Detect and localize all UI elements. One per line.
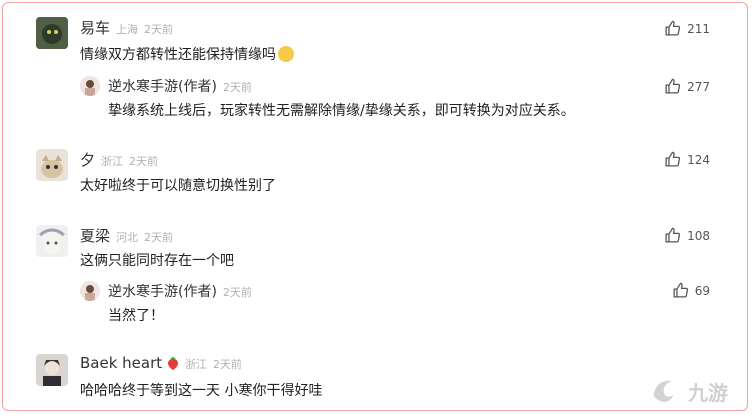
like-button[interactable]: 69 (672, 282, 710, 299)
avatar[interactable] (36, 354, 68, 386)
avatar[interactable] (80, 281, 100, 301)
thumbs-up-icon (665, 227, 681, 243)
reply-text: 当然了！ (108, 308, 164, 324)
thumbs-up-icon (665, 20, 681, 36)
avatar[interactable] (36, 225, 68, 257)
reply-text: 挚缘系统上线后，玩家转性无需解除情缘/挚缘关系，即可转换为对应关系。 (108, 103, 575, 119)
reply-meta: 逆水寒手游(作者) 2天前 (108, 281, 252, 301)
username[interactable]: 夕 (80, 151, 95, 169)
location: 河北 (116, 231, 139, 244)
comment-meta: Baek heart 浙江 2天前 (80, 354, 242, 372)
comment-meta: 易车 上海 2天前 (80, 17, 173, 38)
watermark-logo: 九游 (648, 371, 748, 411)
like-button[interactable]: 124 (664, 151, 710, 168)
like-count: 69 (694, 283, 710, 298)
thumbs-up-icon (673, 282, 688, 298)
comment-text: 这俩只能同时存在一个吧 (80, 253, 234, 269)
timestamp: 2天前 (144, 231, 174, 244)
like-button[interactable]: 108 (664, 227, 710, 244)
logo-icon (653, 380, 674, 403)
avatar[interactable] (36, 17, 68, 49)
timestamp: 2天前 (212, 358, 242, 371)
like-count: 108 (687, 228, 710, 243)
timestamp: 2天前 (144, 23, 174, 36)
comment-text: 哈哈哈终于等到这一天 小寒你干得好哇 (80, 383, 323, 399)
username[interactable]: 夏梁 (80, 227, 110, 245)
comment-body: 情缘双方都转性还能保持情缘吗 (80, 47, 276, 63)
like-count: 277 (687, 79, 710, 94)
username[interactable]: 逆水寒手游(作者) (108, 284, 217, 300)
like-button[interactable]: 211 (664, 20, 710, 37)
username[interactable]: 逆水寒手游(作者) (108, 79, 217, 95)
thumbs-up-icon (665, 151, 681, 167)
avatar[interactable] (80, 76, 100, 96)
comment-meta: 夏梁 河北 2天前 (80, 225, 173, 246)
username[interactable]: 易车 (80, 19, 110, 37)
reply-meta: 逆水寒手游(作者) 2天前 (108, 76, 252, 96)
like-count: 124 (687, 152, 710, 167)
strawberry-icon (167, 356, 179, 370)
comment-text: 太好啦终于可以随意切换性别了 (80, 178, 276, 194)
comment-text: 情缘双方都转性还能保持情缘吗 (80, 44, 294, 64)
timestamp: 2天前 (129, 155, 159, 168)
timestamp: 2天前 (222, 286, 252, 299)
avatar[interactable] (36, 149, 68, 181)
thumbs-up-icon (665, 78, 681, 94)
location: 浙江 (184, 358, 207, 371)
location: 浙江 (101, 155, 124, 168)
location: 上海 (116, 23, 139, 36)
emoji-icon (278, 46, 294, 62)
like-count: 211 (687, 21, 710, 36)
comment-meta: 夕浙江 2天前 (80, 149, 158, 170)
username[interactable]: Baek heart (80, 354, 162, 372)
like-button[interactable]: 277 (664, 78, 710, 95)
timestamp: 2天前 (222, 81, 252, 94)
